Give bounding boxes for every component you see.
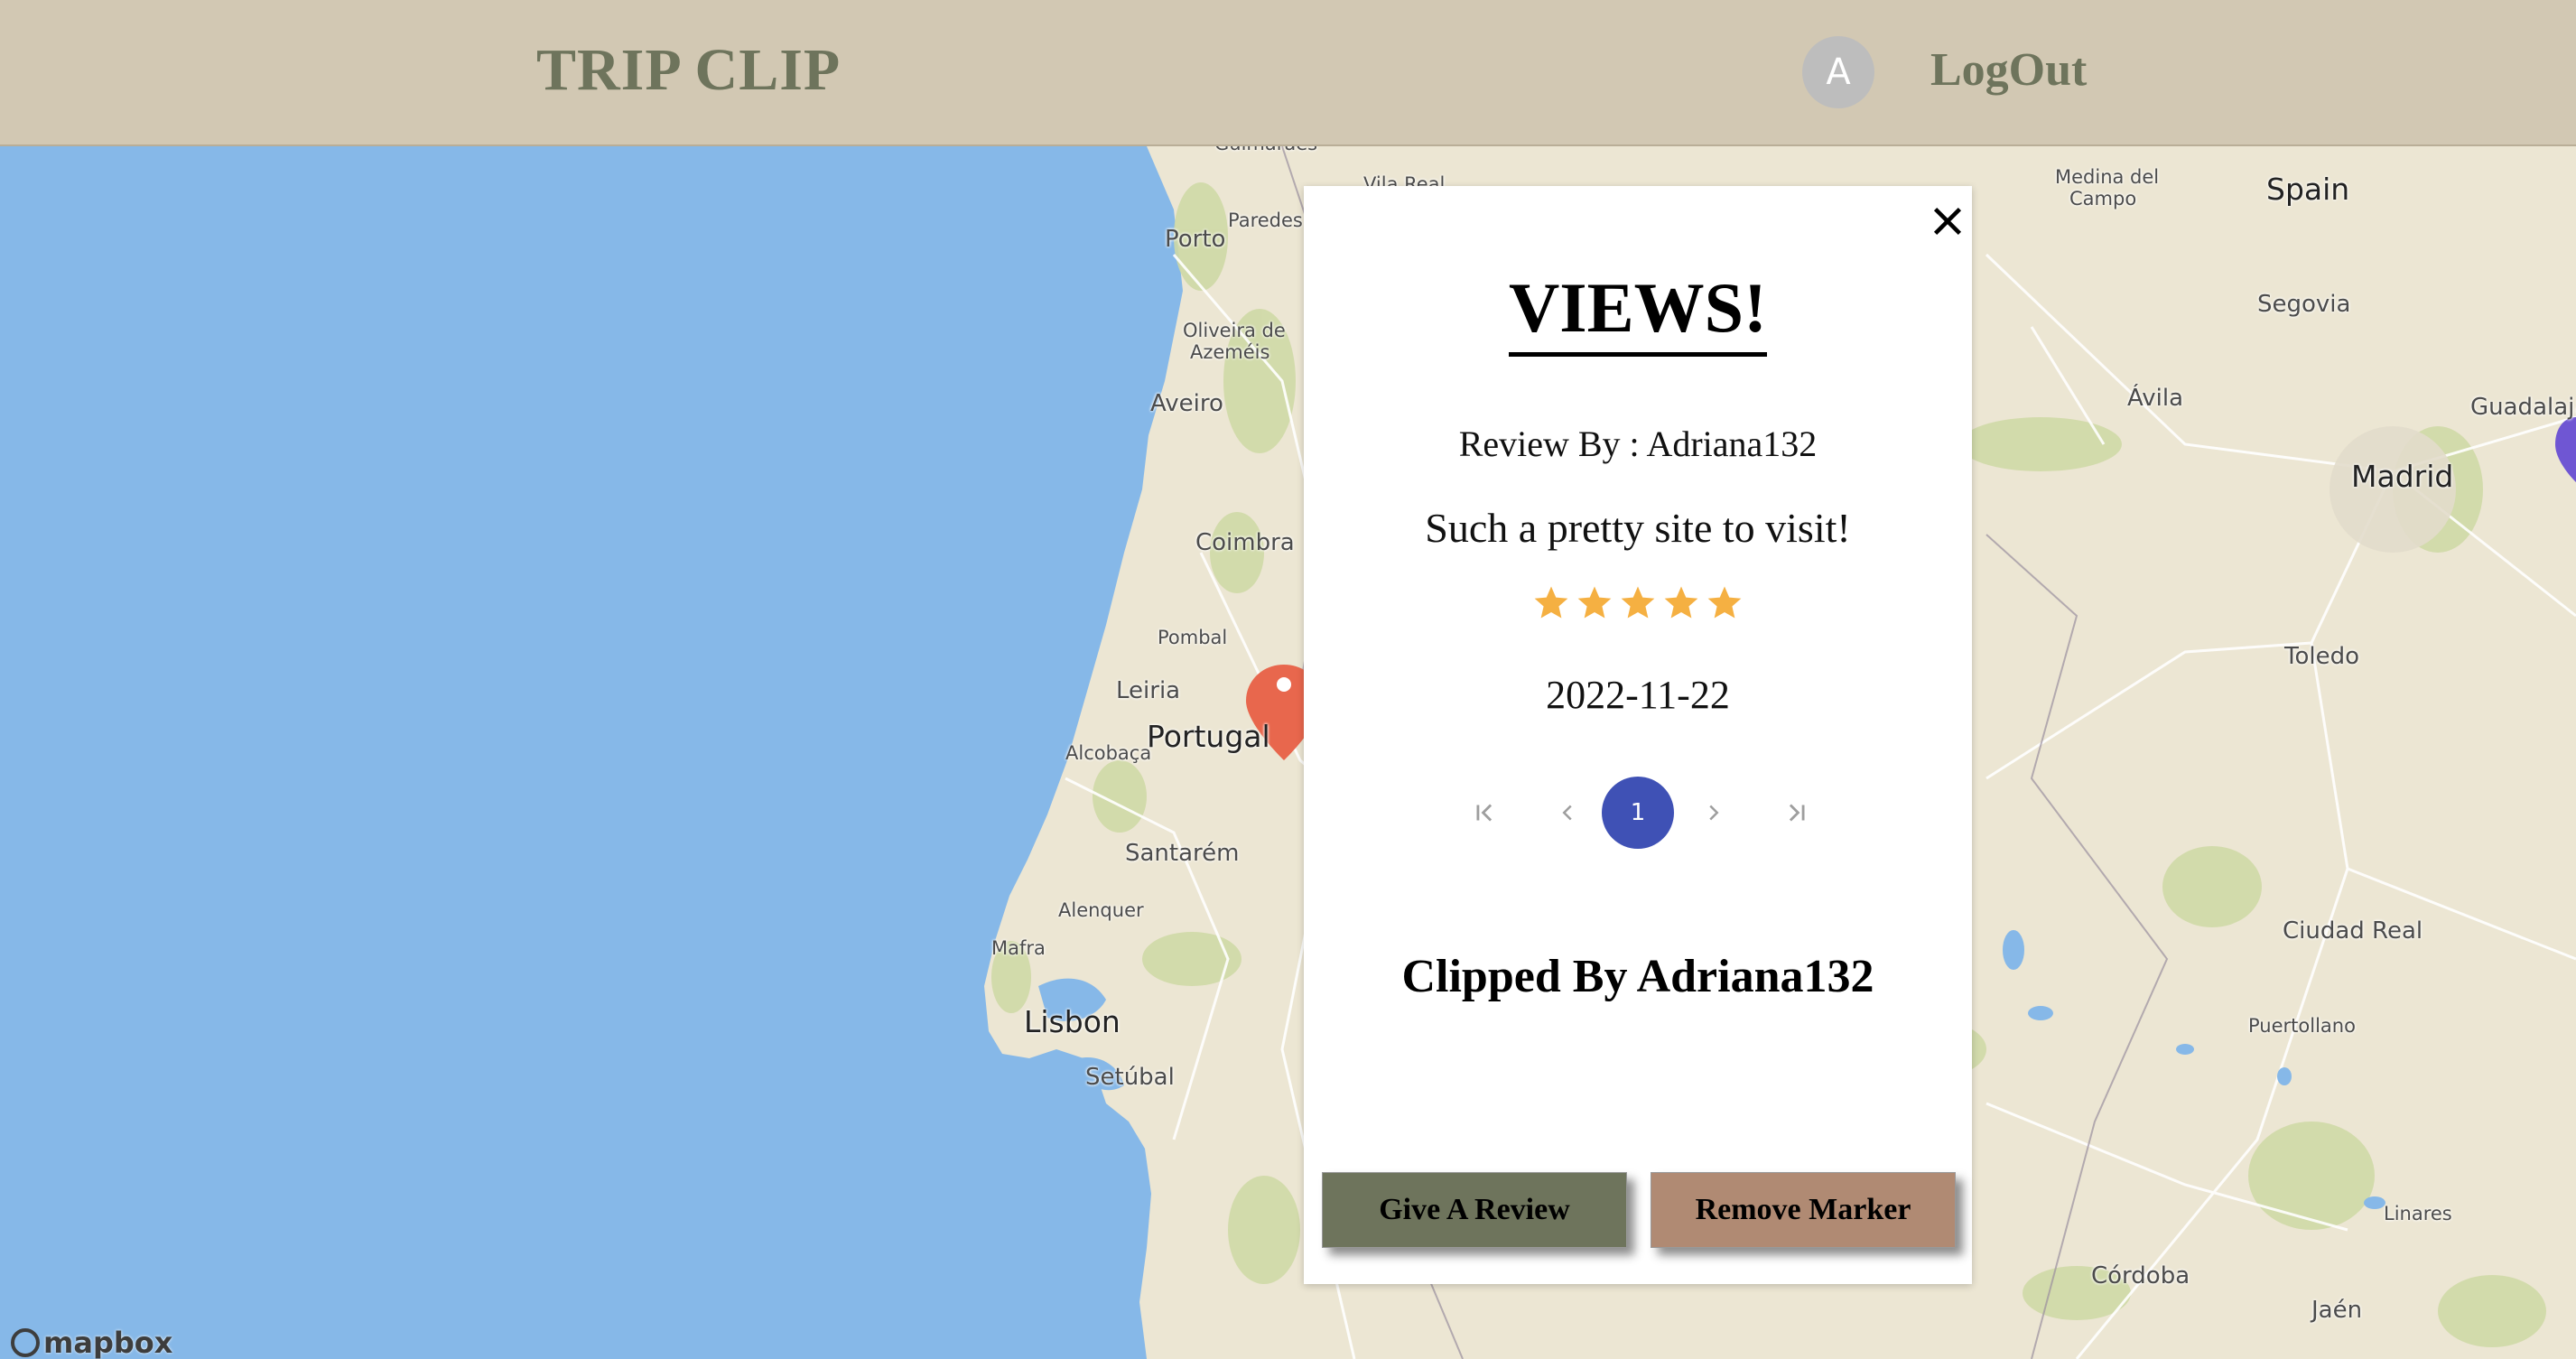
mapbox-logo[interactable]: mapbox (11, 1326, 172, 1359)
map-label: Mafra (991, 937, 1046, 959)
avatar[interactable]: A (1802, 36, 1874, 108)
map-label: Paredes (1228, 209, 1303, 231)
map-label: Ávila (2127, 385, 2184, 412)
map-canvas[interactable]: Guimarães Vila Real Paredes Porto Olivei… (0, 146, 2576, 1359)
star-icon (1577, 586, 1612, 619)
map-label: Guimarães (1214, 146, 1317, 154)
last-page-icon (1789, 804, 1805, 822)
page-button-current[interactable]: 1 (1602, 777, 1674, 849)
popup-title: VIEWS! (1304, 267, 1972, 357)
map-label: Coimbra (1195, 529, 1295, 556)
star-icon (1621, 586, 1655, 619)
map-label: Toledo (2284, 643, 2360, 670)
map-label: Campo (2069, 188, 2137, 209)
app-header: TRIP CLIP A LogOut (0, 0, 2576, 146)
map-label: Medina del (2055, 166, 2160, 188)
star-icon (1534, 586, 1568, 619)
map-label: Alcobaça (1065, 742, 1152, 764)
map-label: Guadalajara (2470, 394, 2576, 421)
map-label: Azeméis (1190, 341, 1270, 363)
map-label: Ciudad Real (2283, 917, 2423, 945)
map-label: Puertollano (2248, 1015, 2356, 1037)
logout-link[interactable]: LogOut (1930, 43, 2087, 97)
map-label: Spain (2266, 172, 2350, 207)
map-label: Portugal (1147, 719, 1270, 754)
clipped-by: Clipped By Adriana132 (1401, 951, 1874, 1002)
last-page-button[interactable] (1761, 777, 1833, 849)
next-page-button[interactable] (1678, 777, 1750, 849)
chevron-left-icon (1562, 805, 1572, 821)
first-page-button[interactable] (1448, 777, 1520, 849)
map-label: Leiria (1116, 677, 1181, 704)
map-label: Alenquer (1058, 899, 1144, 921)
first-page-icon (1476, 804, 1493, 822)
map-label: Linares (2384, 1203, 2452, 1224)
mapbox-logo-icon (11, 1328, 40, 1357)
map-label: Jaén (2311, 1297, 2363, 1324)
close-popup-button[interactable] (1927, 200, 1968, 242)
review-date: 2022-11-22 (1546, 673, 1730, 717)
mapbox-logo-text: mapbox (43, 1326, 173, 1359)
review-popup: VIEWS! Review By : Adriana132 Such a pre… (1304, 186, 1972, 1284)
chevron-right-icon (1709, 805, 1719, 821)
review-author: Review By : Adriana132 (1458, 424, 1818, 464)
map-label: Lisbon (1024, 1004, 1121, 1039)
map-label: Córdoba (2091, 1262, 2190, 1289)
review-text: Such a pretty site to visit! (1425, 505, 1851, 551)
remove-marker-button[interactable]: Remove Marker (1651, 1172, 1956, 1248)
review-pagination: 1 (1448, 777, 1827, 849)
map-background (0, 146, 2576, 1359)
map-label: Segovia (2257, 291, 2351, 318)
map-label: Porto (1165, 226, 1226, 253)
star-icon (1707, 586, 1742, 619)
map-label: Santarém (1125, 840, 1240, 867)
star-rating (1304, 583, 1972, 621)
star-icon (1664, 586, 1698, 619)
popup-title-text: VIEWS! (1508, 268, 1768, 357)
map-label: Oliveira de (1183, 320, 1286, 341)
map-label: Madrid (2351, 459, 2454, 494)
prev-page-button[interactable] (1531, 777, 1604, 849)
map-label: Setúbal (1085, 1064, 1175, 1091)
brand-title[interactable]: TRIP CLIP (536, 36, 841, 105)
map-label: Pombal (1158, 627, 1228, 648)
give-review-button[interactable]: Give A Review (1322, 1172, 1627, 1248)
close-icon (1933, 207, 1962, 236)
map-label: Aveiro (1150, 390, 1223, 417)
